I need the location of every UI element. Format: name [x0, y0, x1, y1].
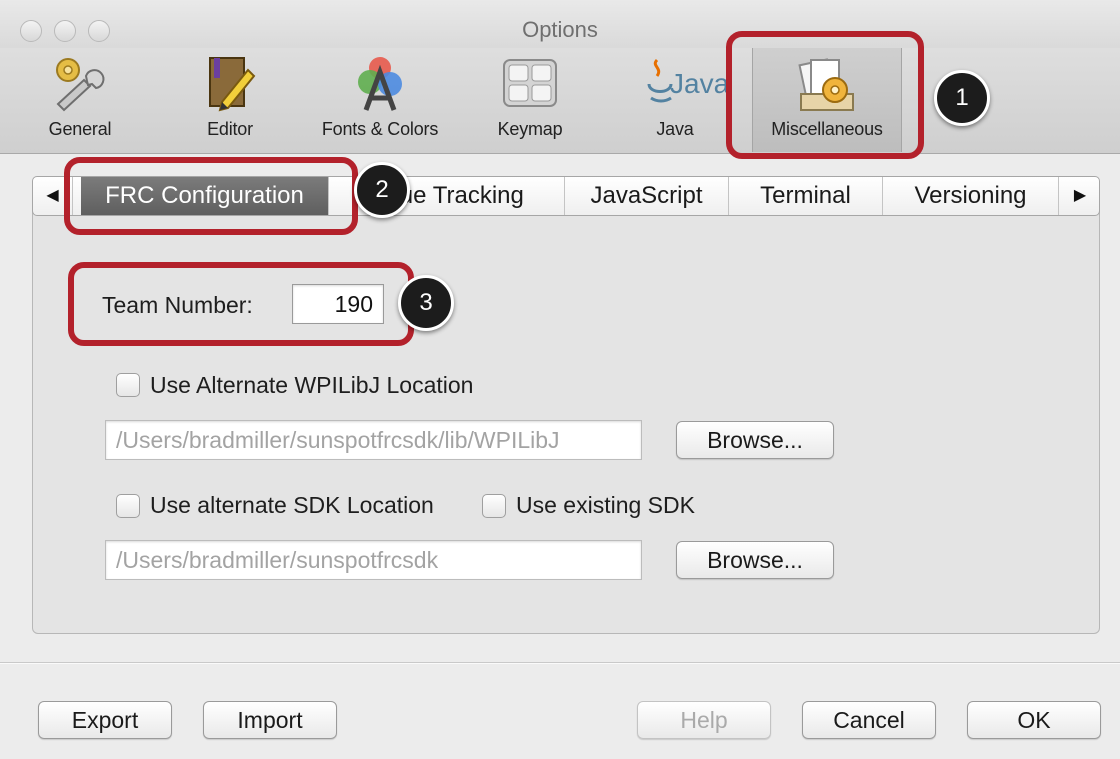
sdk-path-field[interactable] [105, 540, 642, 580]
existing-sdk-label: Use existing SDK [516, 492, 695, 518]
ok-button[interactable]: OK [967, 701, 1101, 739]
team-number-label: Team Number: [102, 292, 253, 318]
alt-sdk-label: Use alternate SDK Location [150, 492, 434, 518]
wpilibj-path-field[interactable] [105, 420, 642, 460]
toolbar-label: Editor [207, 119, 253, 139]
options-window: Options General Editor Fonts & Colors Ke… [0, 0, 1120, 759]
tab-javascript[interactable]: JavaScript [565, 177, 729, 215]
toolbar-label: Java [656, 119, 694, 139]
pencil-notebook-icon [209, 57, 256, 112]
toolbar-label: General [48, 119, 112, 139]
annotation-badge-3: 3 [398, 275, 454, 331]
toolbar-item-general[interactable]: General [30, 48, 130, 152]
annotation-badge-2: 2 [354, 162, 410, 218]
existing-sdk-checkbox[interactable] [482, 494, 506, 518]
export-button[interactable]: Export [38, 701, 172, 739]
toolbar-item-keymap[interactable]: Keymap [480, 48, 580, 152]
tab-versioning[interactable]: Versioning [883, 177, 1059, 215]
window-title: Options [522, 17, 598, 42]
browse-sdk-button[interactable]: Browse... [676, 541, 834, 579]
misc-gear-papers-icon [798, 58, 854, 111]
toolbar-item-java[interactable]: Java Java [620, 48, 730, 152]
browse-wpilibj-button[interactable]: Browse... [676, 421, 834, 459]
toolbar-item-editor[interactable]: Editor [180, 48, 280, 152]
footer-divider [0, 662, 1120, 664]
toolbar-item-miscellaneous[interactable]: Miscellaneous [752, 48, 902, 152]
tab-scroll-left-arrow[interactable]: ◀ [33, 177, 73, 215]
annotation-badge-1: 1 [934, 70, 990, 126]
toolbar-label: Fonts & Colors [321, 119, 439, 139]
team-number-field[interactable] [292, 284, 384, 324]
title-bar: Options [0, 0, 1120, 50]
java-logo-text: Java [670, 68, 730, 99]
import-button[interactable]: Import [203, 701, 337, 739]
font-palette-icon [358, 57, 402, 111]
alt-wpilibj-checkbox[interactable] [116, 373, 140, 397]
tab-terminal[interactable]: Terminal [729, 177, 883, 215]
help-button[interactable]: Help [637, 701, 771, 739]
toolbar-item-fonts-colors[interactable]: Fonts & Colors [310, 48, 450, 152]
cancel-button[interactable]: Cancel [802, 701, 936, 739]
toolbar-label: Keymap [497, 119, 563, 139]
alt-sdk-checkbox[interactable] [116, 494, 140, 518]
toolbar-label: Miscellaneous [771, 119, 883, 139]
alt-wpilibj-label: Use Alternate WPILibJ Location [150, 372, 474, 398]
keyboard-icon [503, 59, 557, 107]
tab-bar: ◀ FRC Configuration Issue Tracking JavaS… [32, 176, 1100, 216]
wrench-gear-icon [56, 58, 105, 112]
tab-scroll-right-arrow[interactable]: ▶ [1061, 177, 1099, 215]
tab-frc-configuration[interactable]: FRC Configuration [81, 177, 329, 215]
